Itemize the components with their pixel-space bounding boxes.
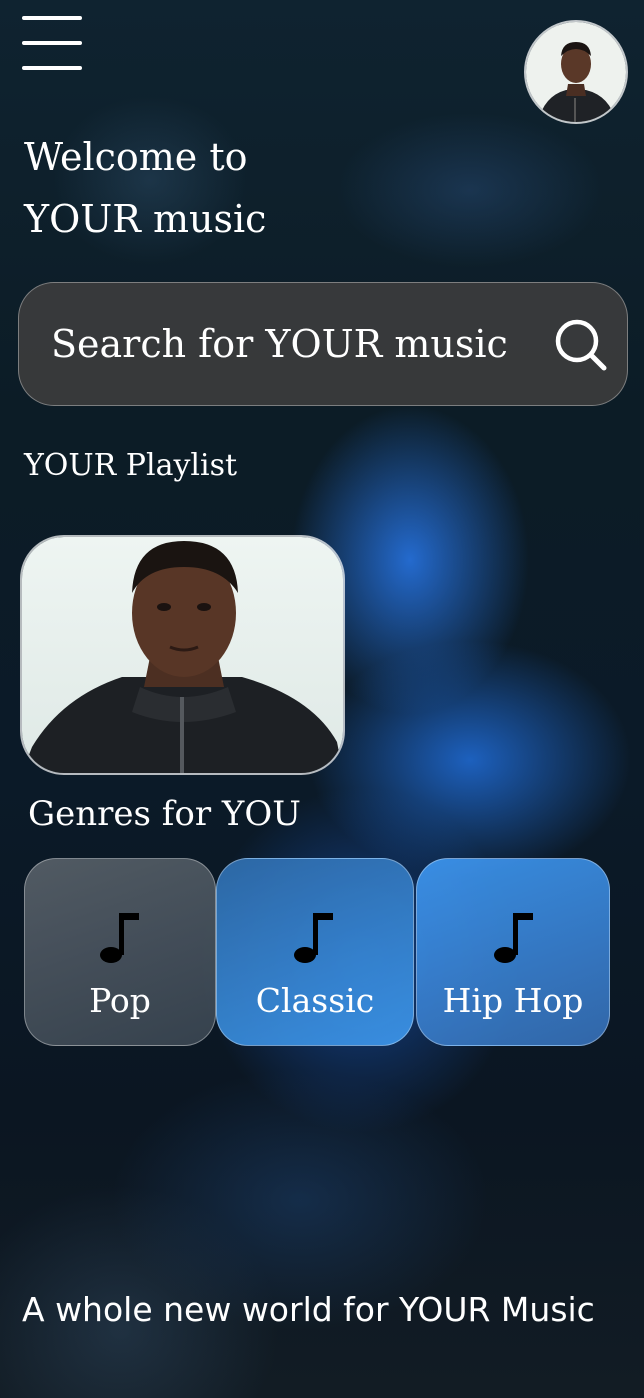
search-icon[interactable] xyxy=(553,317,609,373)
genre-tile-pop[interactable]: Pop xyxy=(24,858,216,1046)
search-bar xyxy=(18,282,628,406)
welcome-heading: Welcome to YOUR music xyxy=(24,126,424,250)
genres-section-title: Genres for YOU xyxy=(28,794,301,834)
genre-tile-hip-hop[interactable]: Hip Hop xyxy=(416,858,610,1046)
search-input[interactable] xyxy=(51,311,531,377)
menu-bar xyxy=(22,41,82,45)
playlist-cover-image xyxy=(22,537,343,773)
avatar-photo xyxy=(526,22,626,122)
welcome-line-2: YOUR music xyxy=(24,197,267,241)
menu-bar xyxy=(22,16,82,20)
genre-tile-classic[interactable]: Classic xyxy=(216,858,414,1046)
profile-avatar[interactable] xyxy=(524,20,628,124)
welcome-line-1: Welcome to xyxy=(24,135,248,179)
music-note-icon xyxy=(294,913,333,963)
playlist-card[interactable] xyxy=(20,535,345,775)
genre-label: Pop xyxy=(89,981,151,1020)
genre-label: Hip Hop xyxy=(442,981,584,1020)
footer-tagline: A whole new world for YOUR Music xyxy=(22,1290,595,1329)
menu-bar xyxy=(22,66,82,70)
music-note-icon xyxy=(494,913,533,963)
genre-label: Classic xyxy=(255,981,375,1020)
playlist-section-title: YOUR Playlist xyxy=(24,448,238,483)
hamburger-menu-button[interactable] xyxy=(22,16,82,72)
music-note-icon xyxy=(100,913,139,963)
